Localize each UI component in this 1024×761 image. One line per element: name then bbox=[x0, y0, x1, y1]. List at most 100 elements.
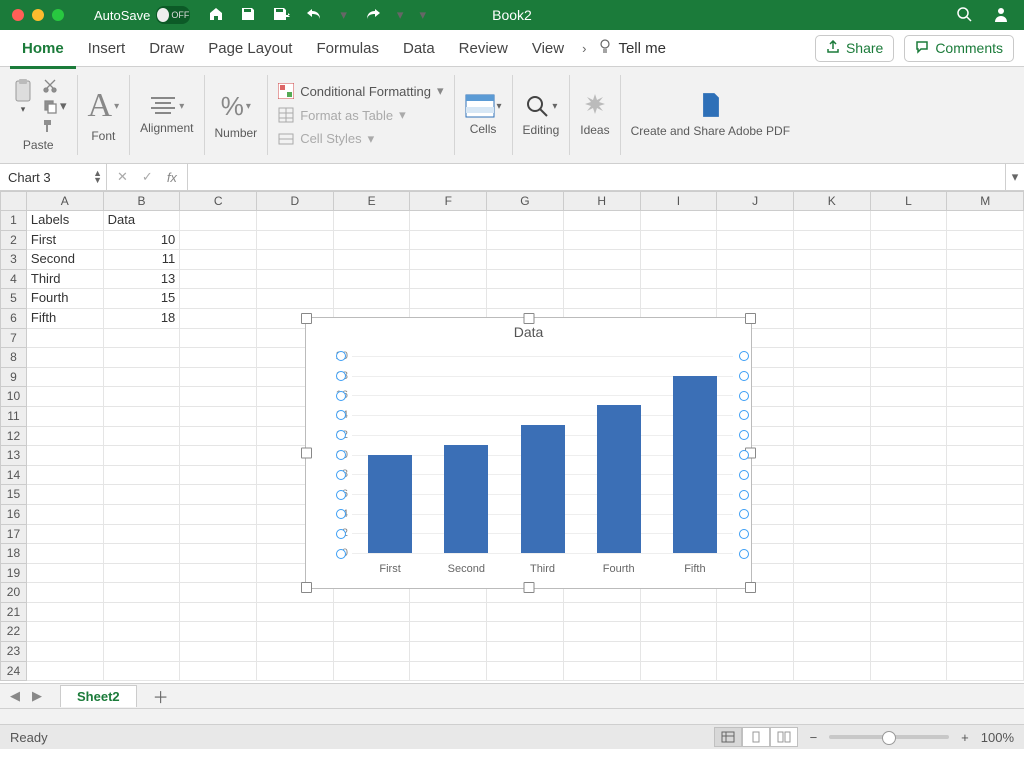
cell-L24[interactable] bbox=[871, 662, 948, 682]
cell-D23[interactable] bbox=[257, 642, 334, 662]
cell-F5[interactable] bbox=[410, 289, 487, 309]
cell-E1[interactable] bbox=[334, 211, 411, 231]
cell-L21[interactable] bbox=[871, 603, 948, 623]
axis-handle[interactable] bbox=[739, 351, 749, 361]
cell-A14[interactable] bbox=[27, 466, 104, 486]
cell-C20[interactable] bbox=[180, 583, 257, 603]
cell-C10[interactable] bbox=[180, 387, 257, 407]
cell-B2[interactable]: 10 bbox=[104, 231, 181, 251]
tab-formulas[interactable]: Formulas bbox=[304, 30, 391, 66]
cell-K5[interactable] bbox=[794, 289, 871, 309]
bar-first[interactable] bbox=[368, 455, 412, 554]
formula-input[interactable] bbox=[188, 164, 1005, 190]
cell-B13[interactable] bbox=[104, 446, 181, 466]
cell-I23[interactable] bbox=[641, 642, 718, 662]
font-group[interactable]: A▾ Font bbox=[78, 67, 130, 163]
bar-third[interactable] bbox=[521, 425, 565, 553]
cell-B6[interactable]: 18 bbox=[104, 309, 181, 329]
cell-J4[interactable] bbox=[717, 270, 794, 290]
select-all-corner[interactable] bbox=[0, 191, 27, 211]
cell-C16[interactable] bbox=[180, 505, 257, 525]
editing-group[interactable]: ▾ Editing bbox=[513, 67, 570, 163]
home-icon[interactable] bbox=[208, 6, 224, 25]
tab-page-layout[interactable]: Page Layout bbox=[196, 30, 304, 66]
cell-K2[interactable] bbox=[794, 231, 871, 251]
cell-F24[interactable] bbox=[410, 662, 487, 682]
cell-L2[interactable] bbox=[871, 231, 948, 251]
row-header-13[interactable]: 13 bbox=[0, 446, 27, 466]
cell-B12[interactable] bbox=[104, 427, 181, 447]
tab-insert[interactable]: Insert bbox=[76, 30, 138, 66]
column-header-G[interactable]: G bbox=[487, 191, 564, 211]
cell-G22[interactable] bbox=[487, 622, 564, 642]
cell-K8[interactable] bbox=[794, 348, 871, 368]
cell-L10[interactable] bbox=[871, 387, 948, 407]
name-box[interactable]: Chart 3 ▲▼ bbox=[0, 164, 107, 190]
cell-J22[interactable] bbox=[717, 622, 794, 642]
tab-review[interactable]: Review bbox=[447, 30, 520, 66]
axis-handle[interactable] bbox=[739, 450, 749, 460]
axis-handle[interactable] bbox=[336, 410, 346, 420]
resize-handle-ml[interactable] bbox=[301, 448, 312, 459]
cell-I5[interactable] bbox=[641, 289, 718, 309]
row-header-12[interactable]: 12 bbox=[0, 427, 27, 447]
cell-H24[interactable] bbox=[564, 662, 641, 682]
cell-J2[interactable] bbox=[717, 231, 794, 251]
row-header-24[interactable]: 24 bbox=[0, 662, 27, 682]
conditional-formatting-button[interactable]: Conditional Formatting▾ bbox=[278, 82, 443, 102]
cell-H5[interactable] bbox=[564, 289, 641, 309]
axis-handle[interactable] bbox=[336, 371, 346, 381]
cell-E23[interactable] bbox=[334, 642, 411, 662]
cell-C19[interactable] bbox=[180, 564, 257, 584]
cell-G21[interactable] bbox=[487, 603, 564, 623]
cell-A13[interactable] bbox=[27, 446, 104, 466]
resize-handle-bm[interactable] bbox=[523, 582, 534, 593]
row-header-20[interactable]: 20 bbox=[0, 583, 27, 603]
autosave-toggle[interactable]: OFF bbox=[156, 6, 190, 24]
cell-C17[interactable] bbox=[180, 525, 257, 545]
cell-E24[interactable] bbox=[334, 662, 411, 682]
cell-E2[interactable] bbox=[334, 231, 411, 251]
qat-customize-icon[interactable]: ▾ bbox=[419, 7, 426, 23]
cell-L13[interactable] bbox=[871, 446, 948, 466]
cell-A10[interactable] bbox=[27, 387, 104, 407]
cell-F4[interactable] bbox=[410, 270, 487, 290]
axis-handle[interactable] bbox=[336, 450, 346, 460]
cell-M6[interactable] bbox=[947, 309, 1024, 329]
number-group[interactable]: %▾ Number bbox=[205, 67, 268, 163]
column-header-E[interactable]: E bbox=[334, 191, 411, 211]
comments-button[interactable]: Comments bbox=[904, 35, 1014, 62]
axis-handle[interactable] bbox=[336, 351, 346, 361]
cell-M7[interactable] bbox=[947, 329, 1024, 349]
cell-L19[interactable] bbox=[871, 564, 948, 584]
axis-handle[interactable] bbox=[336, 529, 346, 539]
enter-icon[interactable]: ✓ bbox=[142, 169, 153, 185]
format-painter-button[interactable] bbox=[42, 118, 67, 134]
cell-A4[interactable]: Third bbox=[27, 270, 104, 290]
tell-me-label[interactable]: Tell me bbox=[618, 40, 666, 57]
row-header-14[interactable]: 14 bbox=[0, 466, 27, 486]
row-header-21[interactable]: 21 bbox=[0, 603, 27, 623]
cell-C21[interactable] bbox=[180, 603, 257, 623]
axis-handle[interactable] bbox=[739, 410, 749, 420]
cell-J3[interactable] bbox=[717, 250, 794, 270]
cell-M16[interactable] bbox=[947, 505, 1024, 525]
search-icon[interactable] bbox=[956, 6, 972, 25]
cell-L23[interactable] bbox=[871, 642, 948, 662]
cell-M14[interactable] bbox=[947, 466, 1024, 486]
row-header-23[interactable]: 23 bbox=[0, 642, 27, 662]
namebox-down-icon[interactable]: ▼ bbox=[93, 177, 102, 184]
tab-home[interactable]: Home bbox=[10, 30, 76, 69]
cell-B24[interactable] bbox=[104, 662, 181, 682]
cell-A12[interactable] bbox=[27, 427, 104, 447]
cell-F23[interactable] bbox=[410, 642, 487, 662]
undo-icon[interactable] bbox=[306, 7, 324, 24]
axis-handle[interactable] bbox=[739, 371, 749, 381]
cell-L4[interactable] bbox=[871, 270, 948, 290]
cell-A17[interactable] bbox=[27, 525, 104, 545]
cell-B11[interactable] bbox=[104, 407, 181, 427]
cell-K18[interactable] bbox=[794, 544, 871, 564]
row-header-9[interactable]: 9 bbox=[0, 368, 27, 388]
cell-K15[interactable] bbox=[794, 485, 871, 505]
cell-K17[interactable] bbox=[794, 525, 871, 545]
